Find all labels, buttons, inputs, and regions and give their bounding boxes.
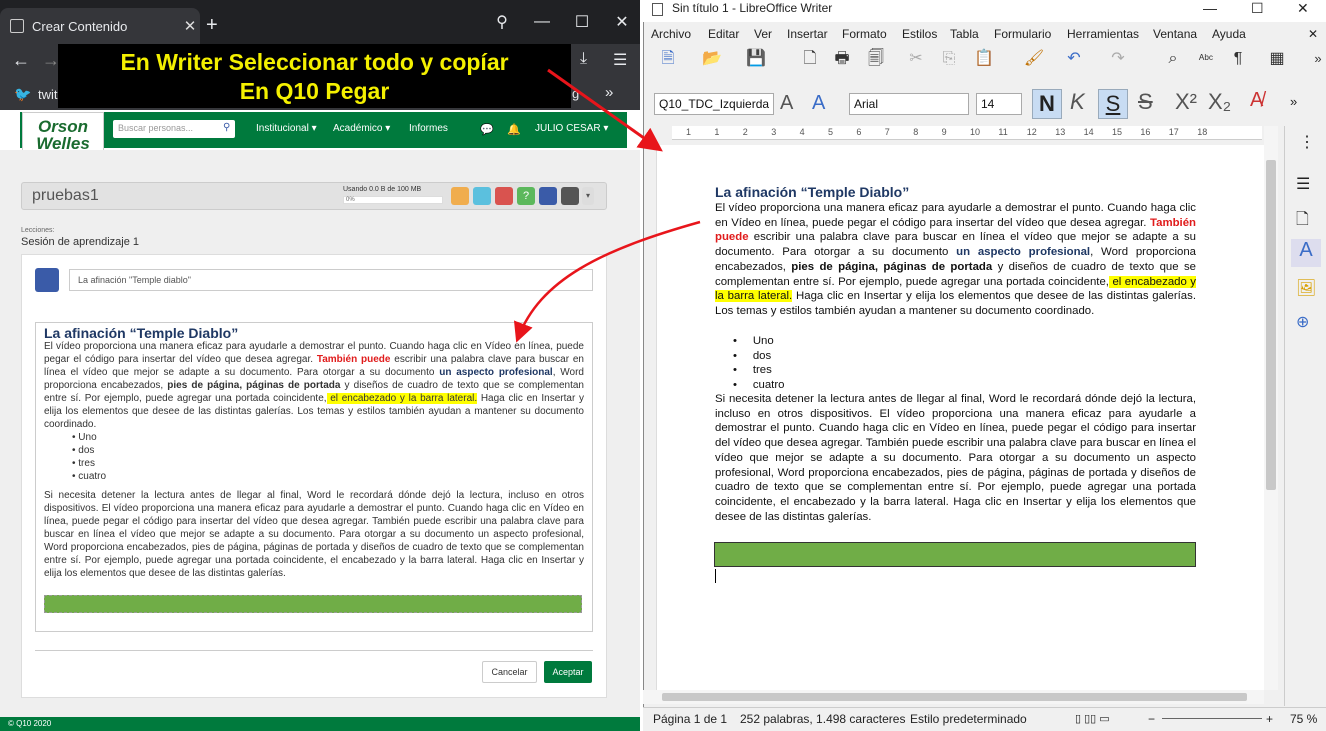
arrow-to-q10: [513, 220, 701, 343]
arrow-to-writer: [547, 68, 663, 152]
annotation-arrows: [513, 68, 701, 343]
